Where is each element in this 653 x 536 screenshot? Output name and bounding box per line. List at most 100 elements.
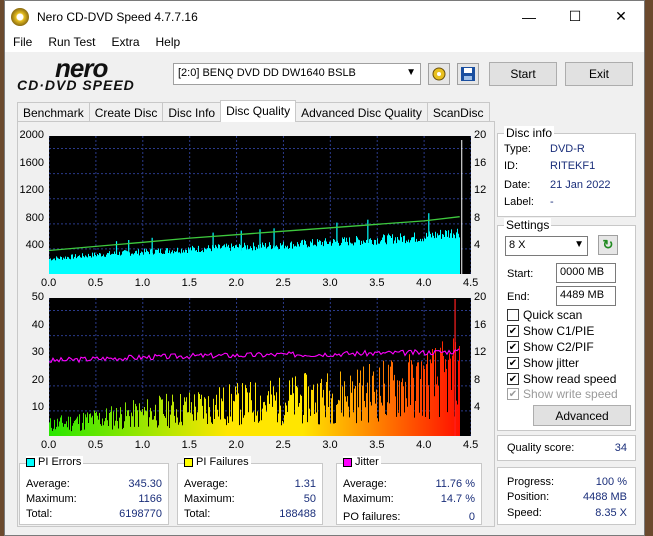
x-tick-label: 0.5: [87, 277, 104, 289]
show-jitter-checkbox[interactable]: ✔ Show jitter: [507, 356, 579, 370]
close-button[interactable]: ✕: [598, 1, 644, 32]
tab-advanced-disc-quality[interactable]: Advanced Disc Quality: [295, 102, 428, 122]
tab-scandisc[interactable]: ScanDisc: [426, 102, 490, 122]
eject-icon: [432, 67, 446, 81]
x-tick-label: 0.0: [41, 277, 57, 289]
pi-failures-label: PI Failures: [196, 456, 249, 468]
title-bar: Nero CD-DVD Speed 4.7.7.16 — ☐ ✕: [5, 1, 644, 32]
disc-label-label: Label:: [504, 196, 534, 208]
pi-errors-swatch: [26, 457, 35, 467]
check-icon: ✔: [507, 373, 519, 385]
jitter-maximum-label: Maximum:: [343, 493, 394, 505]
pi-failures-total: 188488: [279, 508, 316, 520]
maximize-button[interactable]: ☐: [552, 1, 598, 32]
tab-benchmark[interactable]: Benchmark: [17, 102, 90, 122]
po-failures-label: PO failures:: [343, 511, 401, 523]
x-tick-label: 2.5: [275, 277, 291, 289]
tab-disc-quality[interactable]: Disc Quality: [220, 100, 297, 122]
disc-type-label: Type:: [504, 143, 531, 155]
eject-button[interactable]: [428, 63, 450, 85]
jitter-maximum: 14.7 %: [440, 493, 475, 505]
tab-disc-info[interactable]: Disc Info: [162, 102, 222, 122]
save-button[interactable]: [457, 63, 479, 85]
y-right-tick-label: 8: [474, 211, 481, 224]
tab-strip: Benchmark Create Disc Disc Info Disc Qua…: [17, 100, 490, 122]
exit-button[interactable]: Exit: [565, 62, 633, 86]
x-tick-label: 1.0: [134, 439, 151, 451]
y-left-tick-label: 40: [31, 318, 44, 331]
x-tick-label: 3.5: [369, 277, 385, 289]
quick-scan-checkbox[interactable]: Quick scan: [507, 308, 582, 322]
jitter-average-label: Average:: [343, 478, 387, 490]
jitter-label: Jitter: [355, 456, 379, 468]
y-left-tick-label: 1600: [19, 156, 44, 169]
speed-select[interactable]: 8 X ▼: [505, 236, 588, 256]
menu-extra[interactable]: Extra: [103, 35, 147, 49]
pi-errors-maximum: 1166: [138, 493, 162, 505]
menu-help[interactable]: Help: [148, 35, 189, 49]
show-read-speed-checkbox[interactable]: ✔ Show read speed: [507, 372, 616, 386]
window-title: Nero CD-DVD Speed 4.7.7.16: [37, 9, 198, 24]
disc-info-group: Disc info Type: DVD-R ID: RITEKF1 Date: …: [497, 126, 636, 217]
settings-title: Settings: [504, 218, 552, 232]
y-right-tick-label: 16: [474, 156, 487, 169]
disc-label-value: -: [550, 196, 554, 208]
x-tick-label: 2.0: [228, 439, 244, 451]
refresh-button[interactable]: ↻: [598, 235, 618, 255]
pi-failures-total-label: Total:: [184, 508, 211, 520]
tab-create-disc[interactable]: Create Disc: [88, 102, 164, 122]
drive-select[interactable]: [2:0] BENQ DVD DD DW1640 BSLB ▼: [173, 63, 421, 85]
disc-id-label: ID:: [504, 160, 519, 172]
quality-score-value: 34: [614, 442, 627, 454]
drive-select-value: [2:0] BENQ DVD DD DW1640 BSLB: [178, 67, 356, 79]
show-c2-label: Show C2/PIF: [523, 340, 594, 354]
end-field[interactable]: 4489 MB: [556, 286, 616, 306]
x-tick-label: 3.0: [322, 277, 338, 289]
quality-score-label: Quality score:: [507, 442, 575, 454]
x-tick-label: 3.0: [322, 439, 338, 451]
y-left-tick-label: 2000: [19, 129, 44, 141]
chevron-down-icon: ▼: [574, 239, 584, 250]
check-icon: ✔: [507, 325, 519, 337]
start-field[interactable]: 0000 MB: [556, 263, 616, 283]
quality-chart: [48, 298, 472, 436]
jitter-average: 11.76 %: [435, 478, 475, 490]
jitter-swatch: [343, 457, 352, 467]
disc-type-value: DVD-R: [550, 143, 585, 155]
disc-info-title: Disc info: [504, 126, 555, 140]
minimize-button[interactable]: —: [506, 1, 552, 32]
y-right-tick-label: 12: [474, 346, 487, 359]
pi-errors-box: PI Errors Average: 345.30 Maximum: 1166 To…: [19, 456, 169, 525]
disc-date-value: 21 Jan 2022: [550, 179, 611, 191]
check-icon: ✔: [507, 388, 519, 400]
disc-id-value: RITEKF1: [550, 160, 596, 172]
po-failures-value: 0: [468, 511, 475, 523]
menu-bar: File Run Test Extra Help: [5, 32, 644, 52]
x-tick-label: 1.0: [134, 277, 151, 289]
position-value: 4488 MB: [582, 491, 627, 503]
end-label: End:: [507, 291, 530, 303]
y-left-tick-label: 1200: [19, 184, 44, 197]
x-tick-label: 1.5: [181, 277, 197, 289]
y-left-tick-label: 20: [31, 373, 44, 386]
y-left-tick-label: 800: [25, 211, 44, 224]
menu-run-test[interactable]: Run Test: [40, 35, 103, 49]
quick-scan-label: Quick scan: [523, 308, 583, 322]
pi-errors-total: 6198770: [119, 508, 162, 520]
save-icon: [461, 67, 475, 81]
quality-score-group: Quality score: 34: [497, 435, 636, 461]
show-c1-label: Show C1/PIE: [523, 324, 595, 338]
menu-file[interactable]: File: [5, 35, 40, 49]
x-tick-label: 2.0: [228, 277, 244, 289]
start-button[interactable]: Start: [489, 62, 557, 86]
settings-group: Settings 8 X ▼ ↻ Start: 0000 MB End: 448…: [497, 218, 636, 431]
toolbar: nero CD·DVD SPEED [2:0] BENQ DVD DD DW16…: [5, 53, 644, 95]
pi-errors-average-label: Average:: [26, 478, 70, 490]
advanced-button[interactable]: Advanced: [533, 405, 631, 426]
y-left-tick-label: 50: [31, 291, 44, 303]
y-right-tick-label: 20: [474, 129, 487, 141]
show-c1-checkbox[interactable]: ✔ Show C1/PIE: [507, 324, 594, 338]
show-read-speed-label: Show read speed: [523, 372, 617, 386]
show-c2-checkbox[interactable]: ✔ Show C2/PIF: [507, 340, 594, 354]
pi-errors-average: 345.30: [128, 478, 162, 490]
